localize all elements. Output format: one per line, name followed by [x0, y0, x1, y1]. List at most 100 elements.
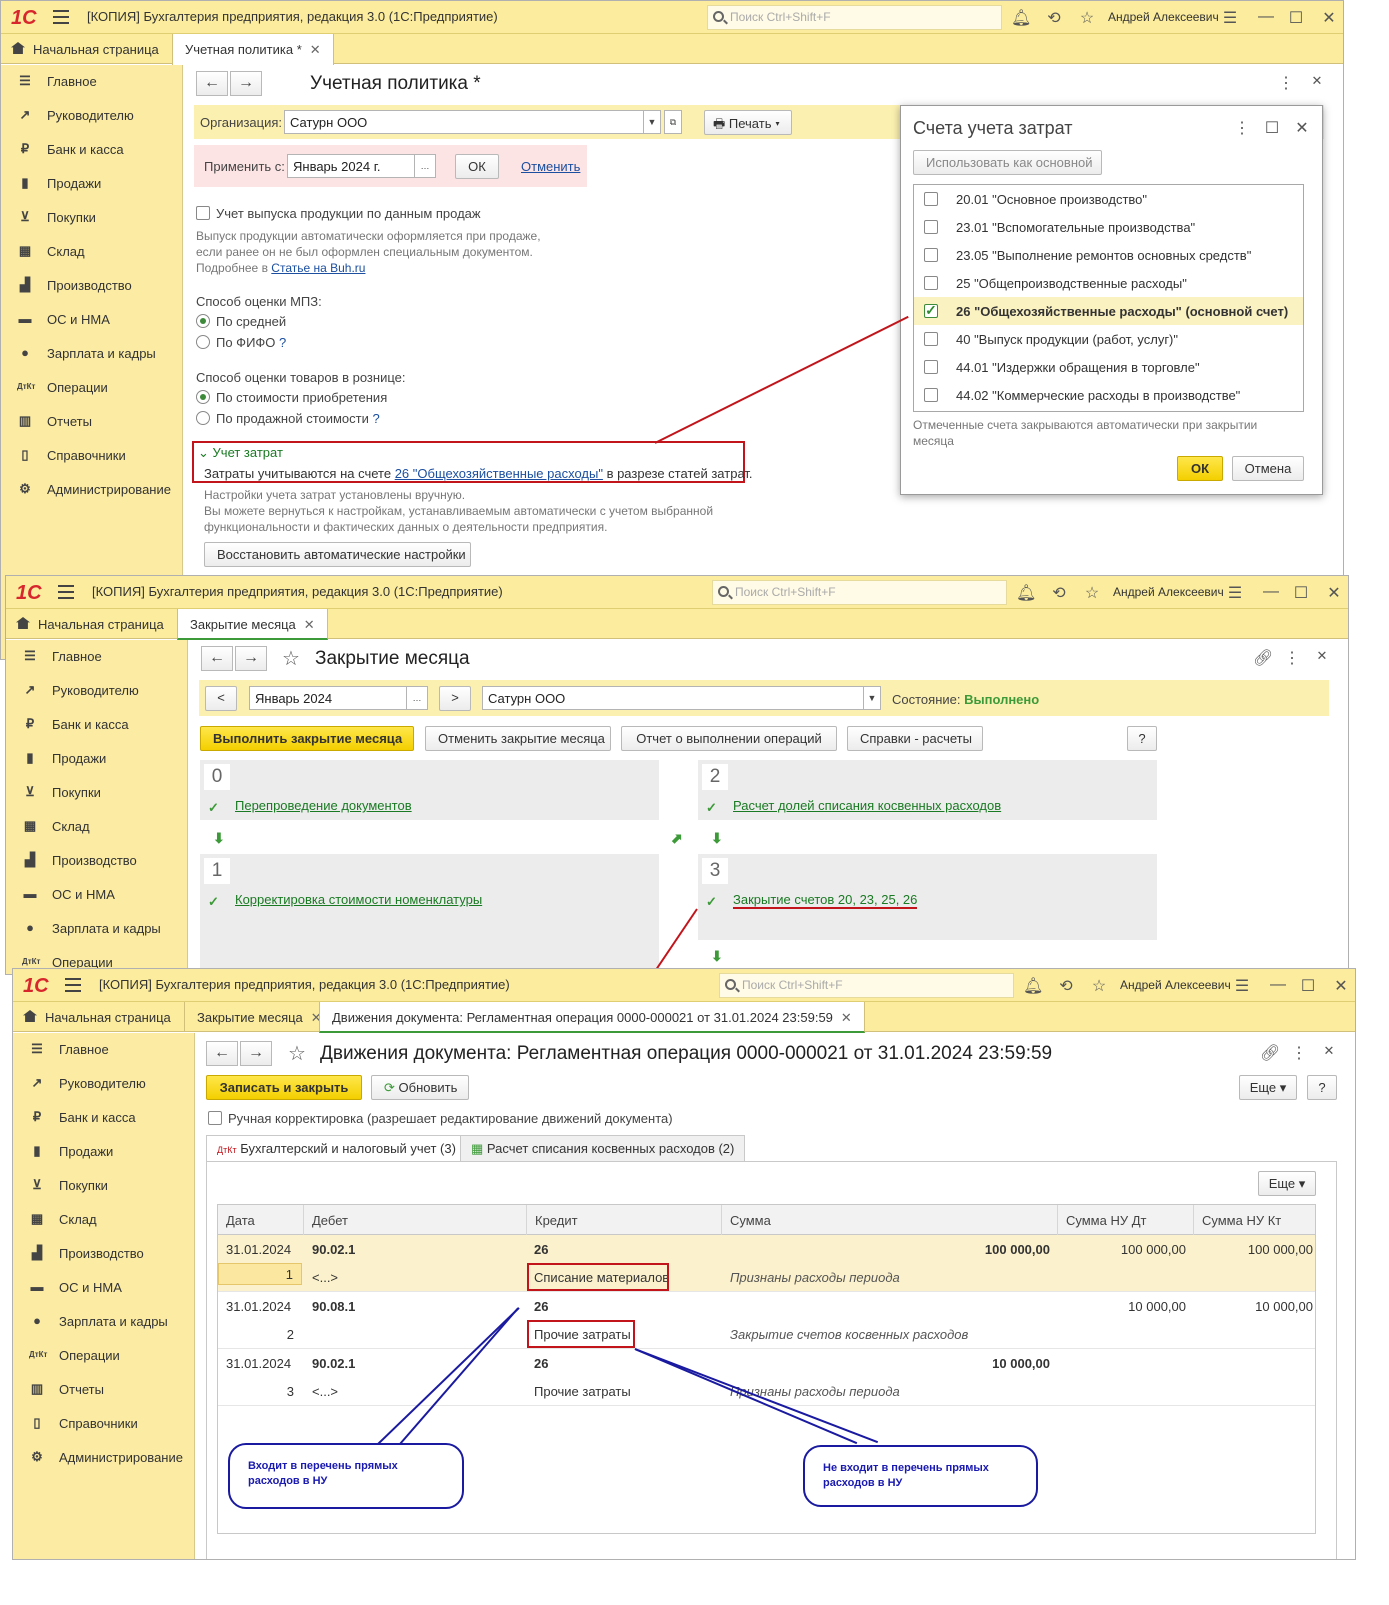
- sidebar-item-admin[interactable]: ⚙ Администрирование: [1, 473, 182, 507]
- forward-button[interactable]: →: [230, 71, 262, 96]
- more-icon[interactable]: ⋮: [1283, 648, 1301, 668]
- sidebar-item-main[interactable]: ☰ Главное: [1, 65, 182, 99]
- minimize-icon[interactable]: —: [1262, 583, 1280, 601]
- cancel-link[interactable]: Отменить: [521, 159, 580, 174]
- organization-field[interactable]: Сатурн ООО: [284, 110, 644, 134]
- bell-icon[interactable]: 🔔︎: [1016, 583, 1036, 603]
- star-icon[interactable]: ☆: [1083, 583, 1101, 603]
- history-icon[interactable]: ⟲: [1057, 976, 1075, 996]
- sidebar-item-assets[interactable]: ▬ ОС и НМА: [6, 878, 187, 912]
- tab-home[interactable]: Начальная страница: [1, 34, 171, 64]
- account-row[interactable]: 23.05 "Выполнение ремонтов основных сред…: [914, 241, 1303, 269]
- sidebar-item-reports[interactable]: ▥ Отчеты: [1, 405, 182, 439]
- run-closing-button[interactable]: Выполнить закрытие месяца: [200, 726, 414, 751]
- more-icon[interactable]: ⋮: [1277, 73, 1295, 93]
- account-row[interactable]: 40 "Выпуск продукции (работ, услуг)": [914, 325, 1303, 353]
- sidebar-item-warehouse[interactable]: ▦ Склад: [6, 810, 187, 844]
- account-row[interactable]: 25 "Общепроизводственные расходы": [914, 269, 1303, 297]
- back-button[interactable]: ←: [206, 1041, 238, 1066]
- sidebar-item-warehouse[interactable]: ▦ Склад: [13, 1203, 194, 1237]
- col-sum[interactable]: Сумма: [722, 1205, 1058, 1235]
- sidebar-item-production[interactable]: ▟ Производство: [1, 269, 182, 303]
- sidebar-item-bank[interactable]: ₽ Банк и касса: [13, 1101, 194, 1135]
- link-icon[interactable]: 🔗︎: [1253, 648, 1273, 668]
- subtab-indirect[interactable]: ▦ Расчет списания косвенных расходов (2): [460, 1135, 746, 1161]
- sidebar-item-operations[interactable]: ДтКт Операции: [13, 1339, 194, 1373]
- sidebar-item-main[interactable]: ☰ Главное: [13, 1033, 194, 1067]
- close-icon[interactable]: ✕: [1332, 976, 1350, 996]
- dialog-cancel-button[interactable]: Отмена: [1232, 456, 1304, 481]
- more-icon[interactable]: ⋮: [1233, 118, 1251, 138]
- sidebar-item-admin[interactable]: ⚙ Администрирование: [13, 1441, 194, 1475]
- minimize-icon[interactable]: —: [1269, 976, 1287, 994]
- sidebar-item-manager[interactable]: ↗ Руководителю: [13, 1067, 194, 1101]
- tab-home[interactable]: Начальная страница: [13, 1002, 183, 1032]
- operations-report-button[interactable]: Отчет о выполнении операций: [621, 726, 837, 751]
- tab-month-closing[interactable]: Закрытие месяца ✕: [184, 1002, 334, 1032]
- organization-field[interactable]: Сатурн ООО: [482, 686, 864, 710]
- apply-date-select[interactable]: …: [414, 154, 436, 178]
- menu-icon[interactable]: [58, 585, 74, 599]
- sidebar-item-assets[interactable]: ▬ ОС и НМА: [1, 303, 182, 337]
- retail-cost-radio[interactable]: [196, 390, 210, 404]
- search-input[interactable]: Поиск Ctrl+Shift+F: [719, 973, 1014, 998]
- buh-article-link[interactable]: Статье на Buh.ru: [271, 261, 365, 275]
- sidebar-item-manager[interactable]: ↗ Руководителю: [6, 674, 187, 708]
- costs-section-header[interactable]: ⌄ Учет затрат: [198, 445, 283, 461]
- organization-dropdown[interactable]: ▼: [643, 110, 661, 134]
- sidebar-item-catalogs[interactable]: ▯ Справочники: [13, 1407, 194, 1441]
- tab-document-movements[interactable]: Движения документа: Регламентная операци…: [319, 1002, 865, 1033]
- col-nu-dt[interactable]: Сумма НУ Дт: [1058, 1205, 1194, 1235]
- apply-ok-button[interactable]: ОК: [455, 154, 499, 179]
- more-icon[interactable]: ⋮: [1290, 1043, 1308, 1063]
- help-mark[interactable]: ?: [279, 335, 286, 350]
- history-icon[interactable]: ⟲: [1050, 583, 1068, 603]
- refresh-button[interactable]: ⟳ Обновить: [371, 1075, 469, 1100]
- restore-defaults-button[interactable]: Восстановить автоматические настройки: [204, 542, 471, 567]
- sidebar-item-manager[interactable]: ↗ Руководителю: [1, 99, 182, 133]
- sidebar-item-purchases[interactable]: ⊻ Покупки: [6, 776, 187, 810]
- table-row[interactable]: 31.01.2024 2 90.08.1 26 Прочие затраты З…: [218, 1292, 1315, 1349]
- undo-closing-button[interactable]: Отменить закрытие месяца: [425, 726, 611, 751]
- tab-accounting-policy[interactable]: Учетная политика * ✕: [172, 34, 334, 65]
- use-as-main-button[interactable]: Использовать как основной: [913, 150, 1102, 175]
- maximize-icon[interactable]: ☐: [1263, 118, 1281, 138]
- mpz-fifo-radio[interactable]: [196, 335, 210, 349]
- maximize-icon[interactable]: ☐: [1292, 583, 1310, 603]
- star-icon[interactable]: ☆: [1078, 8, 1096, 28]
- help-button[interactable]: ?: [1307, 1075, 1337, 1100]
- step-link[interactable]: Перепроведение документов: [235, 798, 412, 813]
- col-nu-kt[interactable]: Сумма НУ Кт: [1194, 1205, 1315, 1235]
- mpz-average-radio[interactable]: [196, 314, 210, 328]
- organization-dropdown[interactable]: ▼: [863, 686, 881, 710]
- sidebar-item-catalogs[interactable]: ▯ Справочники: [1, 439, 182, 473]
- tab-home[interactable]: Начальная страница: [6, 609, 176, 639]
- close-form-icon[interactable]: ✕: [1313, 648, 1331, 664]
- close-icon[interactable]: ✕: [1320, 8, 1338, 28]
- step-link[interactable]: Расчет долей списания косвенных расходов: [733, 798, 1001, 813]
- prev-period-button[interactable]: <: [205, 686, 237, 711]
- bell-icon[interactable]: 🔔︎: [1011, 8, 1031, 28]
- sales-checkbox[interactable]: [196, 206, 210, 220]
- sidebar-item-bank[interactable]: ₽ Банк и касса: [6, 708, 187, 742]
- more-button[interactable]: Еще ▾: [1239, 1075, 1297, 1100]
- dialog-ok-button[interactable]: ОК: [1177, 456, 1223, 481]
- menu-icon[interactable]: [53, 10, 69, 24]
- account-row[interactable]: 23.01 "Вспомогательные производства": [914, 213, 1303, 241]
- help-button[interactable]: ?: [1127, 726, 1157, 751]
- forward-button[interactable]: →: [240, 1041, 272, 1066]
- col-date[interactable]: Дата: [218, 1205, 304, 1235]
- favorite-star-icon[interactable]: ☆: [282, 646, 300, 671]
- close-form-icon[interactable]: ✕: [1320, 1043, 1338, 1059]
- sidebar-item-salary[interactable]: ● Зарплата и кадры: [13, 1305, 194, 1339]
- period-select[interactable]: …: [406, 686, 428, 710]
- table-row[interactable]: 31.01.2024 1 90.02.1 <...> 26 Списание м…: [218, 1235, 1315, 1292]
- sidebar-item-production[interactable]: ▟ Производство: [6, 844, 187, 878]
- user-name[interactable]: Андрей Алексеевич: [1113, 585, 1224, 599]
- organization-open-icon[interactable]: ⧉: [664, 110, 682, 134]
- retail-sale-radio[interactable]: [196, 411, 210, 425]
- apply-date-field[interactable]: Январь 2024 г.: [287, 154, 415, 178]
- manual-correction-checkbox[interactable]: [208, 1111, 222, 1125]
- settings-lines-icon[interactable]: ☰: [1233, 976, 1251, 996]
- sidebar-item-sales[interactable]: ▮ Продажи: [6, 742, 187, 776]
